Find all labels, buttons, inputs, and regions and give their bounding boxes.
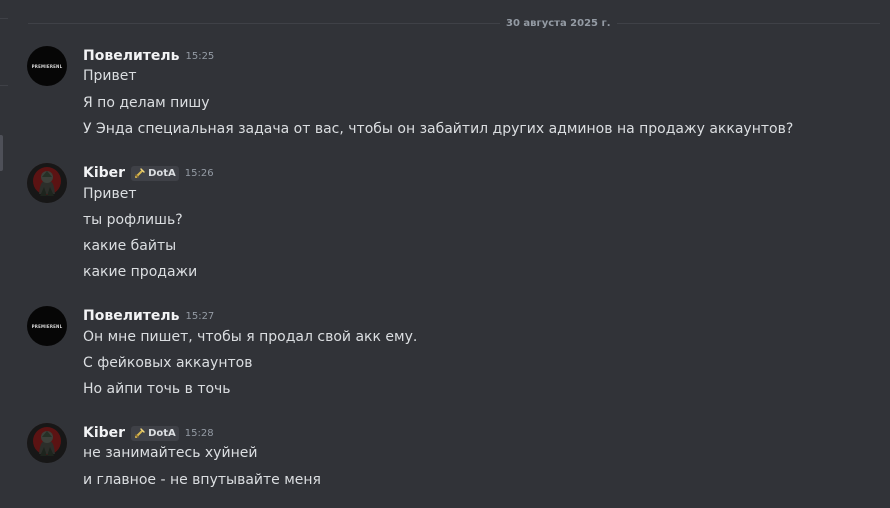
avatar-logo-text: PREMIERENL [31, 63, 63, 69]
user-avatar[interactable] [27, 163, 67, 203]
message-line: У Энда специальная задача от вас, чтобы … [83, 121, 794, 137]
message-line: Привет [83, 68, 137, 84]
user-avatar[interactable]: PREMIERENL [27, 306, 67, 346]
scroll-indicator[interactable] [0, 135, 3, 171]
message-line: какие байты [83, 238, 177, 254]
left-panel-edge [0, 0, 8, 508]
sword-icon [135, 428, 145, 438]
character-avatar-icon [27, 163, 67, 203]
user-avatar[interactable] [27, 423, 67, 463]
message-line: Я по делам пишу [83, 95, 210, 111]
left-edge-line [0, 18, 8, 19]
date-divider [28, 23, 880, 24]
date-label: 30 августа 2025 г. [500, 17, 617, 30]
server-tag-badge[interactable]: DotA [131, 425, 179, 441]
username[interactable]: Kiber [83, 164, 125, 182]
message-line: С фейковых аккаунтов [83, 355, 253, 371]
message-line: не занимайтесь хуйней [83, 445, 258, 461]
message-line: какие продажи [83, 264, 198, 280]
timestamp[interactable]: 15:26 [185, 167, 214, 180]
message-line: и главное - не впутывайте меня [83, 472, 321, 488]
sword-icon [135, 168, 145, 178]
message-line: Он мне пишет, чтобы я продал свой акк ем… [83, 329, 418, 345]
message-header: Повелитель 15:27 [83, 306, 214, 326]
username[interactable]: Kiber [83, 424, 125, 442]
chat-message-list[interactable]: 30 августа 2025 г. PREMIERENL Повелитель… [0, 0, 890, 508]
username[interactable]: Повелитель [83, 47, 179, 65]
username[interactable]: Повелитель [83, 307, 179, 325]
avatar-logo-text: PREMIERENL [31, 323, 63, 329]
server-tag-badge[interactable]: DotA [131, 165, 179, 181]
timestamp[interactable]: 15:28 [185, 427, 214, 440]
badge-label: DotA [148, 427, 176, 439]
character-avatar-icon [27, 423, 67, 463]
message-line: Но айпи точь в точь [83, 381, 231, 397]
badge-label: DotA [148, 167, 176, 179]
message-line: ты рофлишь? [83, 212, 183, 228]
message-header: Kiber DotA 15:26 [83, 163, 214, 183]
message-line: Привет [83, 186, 137, 202]
message-header: Kiber DotA 15:28 [83, 423, 214, 443]
message-header: Повелитель 15:25 [83, 46, 214, 66]
left-edge-line [0, 85, 8, 86]
timestamp[interactable]: 15:25 [185, 50, 214, 63]
timestamp[interactable]: 15:27 [185, 310, 214, 323]
user-avatar[interactable]: PREMIERENL [27, 46, 67, 86]
